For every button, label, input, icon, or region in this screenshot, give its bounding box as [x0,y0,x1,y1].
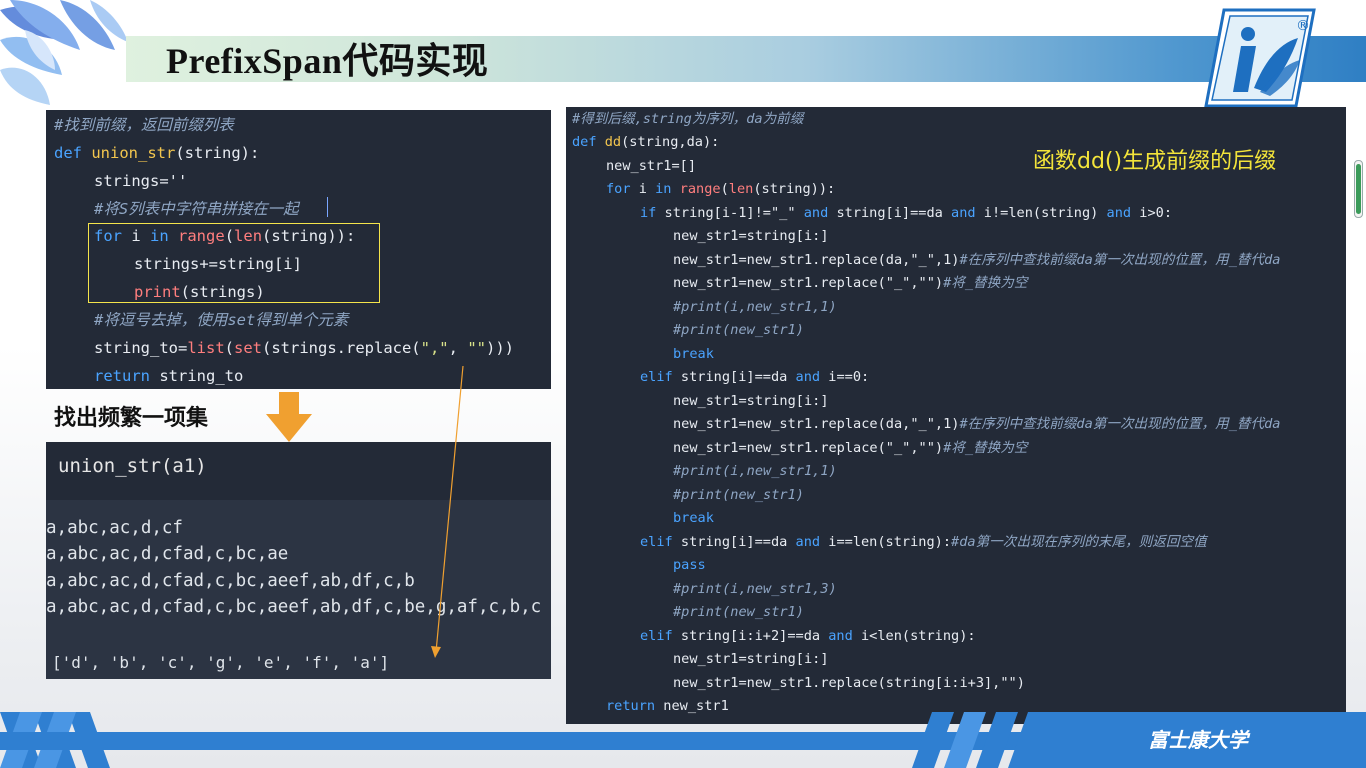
scrollbar-thumb[interactable] [1356,164,1361,214]
highlight-box [88,223,380,303]
down-arrow-icon [266,392,312,442]
code-line: strings='' [94,172,188,190]
set-output: ['d', 'b', 'c', 'g', 'e', 'f', 'a'] [52,653,390,672]
code-line: def union_str(string): [54,144,260,162]
school-name: 富士康大学 [1148,728,1248,752]
code-line: new_str1=new_str1.replace(da,"_",1)#在序列中… [673,252,1281,268]
code-comment: #得到后缀,string为序列，da为前缀 [572,111,804,127]
code-comment: #将逗号去掉，使用set得到单个元素 [94,311,349,329]
code-line: new_str1=new_str1.replace(da,"_",1)#在序列中… [673,416,1281,432]
output-line: a,abc,ac,d,cfad,c,bc,aeef,ab,df,c,be,g,a… [46,597,542,617]
code-line: pass [673,557,706,573]
code-comment: #print(i,new_str1,1) [673,299,837,315]
heading-frequent-itemset: 找出频繁一项集 [54,406,209,431]
code-line: break [673,510,714,526]
code-line: elif string[i]==da and i==0: [640,369,870,385]
code-line: for i in range(len(string)): [606,181,836,197]
output-line: a,abc,ac,d,cf [46,518,183,538]
code-line: elif string[i]==da and i==len(string):#d… [640,534,1207,550]
logo-icon: ® [1204,8,1316,108]
input-cell: union_str(a1) [46,442,551,500]
slide-title: PrefixSpan代码实现 [166,41,489,81]
code-comment: #print(i,new_str1,3) [673,581,837,597]
result-panel: union_str(a1) a,abc,ac,d,cf a,abc,ac,d,c… [46,442,551,679]
code-line: return new_str1 [606,698,729,714]
code-comment: #将S列表中字符串拼接在一起 [94,200,299,218]
code-comment: #print(new_str1) [673,604,804,620]
code-line: new_str1=new_str1.replace("_","")#将_替换为空 [673,275,1028,291]
code-line: new_str1=string[i:] [673,393,829,409]
code-panel-dd: #得到后缀,string为序列，da为前缀 def dd(string,da):… [566,107,1346,724]
code-line: new_str1=string[i:] [673,651,829,667]
function-call: union_str(a1) [58,455,207,477]
code-line: new_str1=new_str1.replace(string[i:i+3],… [673,675,1025,691]
logo-mark: ® [1296,18,1310,34]
code-line: string_to=list(set(strings.replace(",", … [94,339,514,357]
code-line: return string_to [94,367,244,385]
code-comment: #print(new_str1) [673,322,804,338]
code-comment: #print(new_str1) [673,487,804,503]
footer-chevrons-right [912,712,1366,768]
code-line: new_str1=new_str1.replace("_","")#将_替换为空 [673,440,1028,456]
code-line: break [673,346,714,362]
code-line: def dd(string,da): [572,134,720,150]
text-cursor [327,197,328,217]
output-line: a,abc,ac,d,cfad,c,bc,aeef,ab,df,c,b [46,571,415,591]
annotation-dd: 函数dd()生成前缀的后缀 [1033,149,1277,174]
code-comment: #print(i,new_str1,1) [673,463,837,479]
code-line: new_str1=[] [606,158,697,174]
code-line: elif string[i:i+2]==da and i<len(string)… [640,628,976,644]
petal-decoration-icon [0,0,128,105]
code-line: if string[i-1]!="_" and string[i]==da an… [640,205,1173,221]
output-line: a,abc,ac,d,cfad,c,bc,ae [46,544,289,564]
code-comment: #找到前缀，返回前缀列表 [54,116,234,134]
code-panel-union-str: #找到前缀，返回前缀列表 def union_str(string): stri… [46,110,551,389]
code-line: new_str1=string[i:] [673,228,829,244]
